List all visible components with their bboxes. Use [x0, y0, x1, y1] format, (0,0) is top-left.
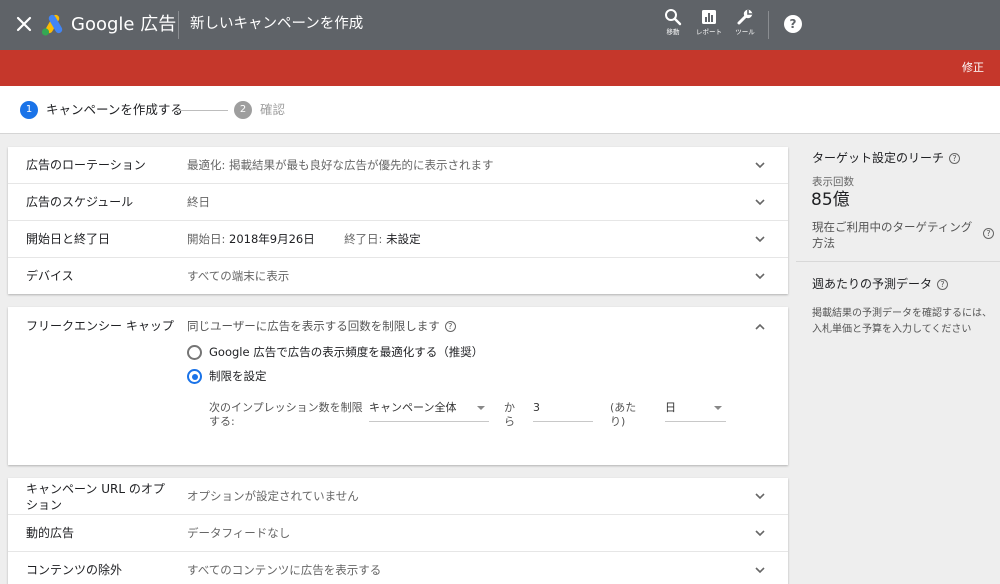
sidebar: ターゲット設定のリーチ? 表示回数 85億 現在ご利用中のターゲティング方法 ?… — [796, 134, 1000, 584]
reach-note: 現在ご利用中のターゲティング方法 — [812, 220, 973, 250]
forecast-title-text: 週あたりの予測データ — [812, 277, 933, 291]
impressions-label: 表示回数 — [812, 176, 854, 188]
brand-name: Google 広告 — [71, 14, 177, 35]
impressions-value: 85億 — [811, 190, 850, 210]
dropdown-arrow-icon — [714, 406, 722, 410]
step-2-number: 2 — [234, 101, 252, 119]
ad-rotation-value: 最適化: 掲載結果が最も良好な広告が優先的に表示されます — [187, 158, 494, 172]
alert-bar: 修正 — [0, 50, 1000, 86]
header-divider — [178, 11, 179, 39]
start-date-label: 開始日: — [187, 232, 226, 246]
dropdown-arrow-icon — [477, 406, 485, 410]
from-label-line1: か — [504, 401, 515, 414]
limit-prefix-line2: する: — [209, 415, 235, 428]
from-label-line2: ら — [504, 415, 515, 428]
ad-rotation-label: 広告のローテーション — [26, 158, 146, 172]
page-title: 新しいキャンペーンを作成 — [190, 16, 364, 32]
dynamic-ads-value: データフィードなし — [187, 526, 291, 540]
navigate-button[interactable]: 移動 — [656, 8, 690, 42]
top-app-bar: Google 広告 新しいキャンペーンを作成 移動 レポート ツール ? — [0, 0, 1000, 50]
frequency-cap-label: フリークエンシー キャップ — [26, 319, 174, 333]
frequency-cap-description: 同じユーザーに広告を表示する回数を制限します? — [187, 319, 456, 334]
settings-panel-top: 広告のローテーション 最適化: 掲載結果が最も良好な広告が優先的に表示されます … — [8, 147, 788, 294]
forecast-title: 週あたりの予測データ? — [812, 277, 949, 292]
reach-title-text: ターゲット設定のリーチ — [812, 151, 945, 165]
reach-title: ターゲット設定のリーチ? — [812, 151, 961, 166]
radio-optimize[interactable] — [187, 345, 202, 360]
devices-row[interactable]: デバイス すべての端末に表示 — [8, 258, 788, 295]
start-date-value: 2018年9月26日 — [229, 232, 315, 246]
frequency-cap-panel: フリークエンシー キャップ 同じユーザーに広告を表示する回数を制限します? Go… — [8, 307, 788, 465]
settings-panel-bottom: キャンペーン URL のオプション オプションが設定されていません 動的広告 デ… — [8, 478, 788, 584]
step-1-number: 1 — [20, 101, 38, 119]
end-date-value: 未設定 — [386, 232, 421, 246]
content-exclusions-label: コンテンツの除外 — [26, 563, 123, 577]
scope-select[interactable]: キャンペーン全体 — [369, 401, 489, 422]
step-2-label[interactable]: 確認 — [260, 102, 285, 118]
forecast-card: 週あたりの予測データ? 掲載結果の予測データを確認するには、入札単価と予算を入力… — [796, 263, 1000, 363]
impressions-count-value: 3 — [533, 401, 540, 414]
chevron-down-icon[interactable] — [754, 270, 766, 282]
wrench-icon — [737, 9, 753, 25]
dynamic-ads-label: 動的広告 — [26, 526, 75, 540]
reports-button[interactable]: レポート — [692, 8, 726, 42]
reports-label: レポート — [696, 28, 722, 36]
header-divider-tools — [768, 11, 769, 39]
campaign-url-options-label: キャンペーン URL のオプション — [26, 482, 165, 512]
per-label-line2: り) — [610, 415, 626, 428]
tools-button[interactable]: ツール — [728, 8, 762, 42]
help-circle-icon[interactable]: ? — [949, 153, 961, 164]
end-date-label: 終了日: — [344, 232, 383, 246]
help-circle-icon[interactable]: ? — [444, 321, 456, 332]
devices-label: デバイス — [26, 269, 74, 283]
radio-optimize-label[interactable]: Google 広告で広告の表示頻度を最適化する（推奨） — [209, 345, 483, 359]
content-exclusions-row[interactable]: コンテンツの除外 すべてのコンテンツに広告を表示する — [8, 552, 788, 584]
chevron-down-icon[interactable] — [754, 490, 766, 502]
campaign-url-options-row[interactable]: キャンペーン URL のオプション オプションが設定されていません — [8, 478, 788, 515]
frequency-cap-description-text: 同じユーザーに広告を表示する回数を制限します — [187, 319, 440, 333]
fix-button[interactable]: 修正 — [962, 61, 984, 75]
ad-schedule-label: 広告のスケジュール — [26, 195, 134, 209]
tools-label: ツール — [735, 28, 755, 36]
step-1-label[interactable]: キャンペーンを作成する — [46, 102, 183, 118]
chevron-down-icon[interactable] — [754, 159, 766, 171]
devices-value: すべての端末に表示 — [187, 269, 290, 283]
navigate-label: 移動 — [666, 28, 680, 36]
content-exclusions-value: すべてのコンテンツに広告を表示する — [187, 563, 382, 577]
step-connector — [176, 110, 228, 111]
radio-set-limit[interactable] — [187, 369, 202, 384]
start-end-dates-value: 開始日: 2018年9月26日 終了日: 未設定 — [187, 232, 421, 247]
help-icon[interactable]: ? — [784, 15, 802, 33]
chevron-down-icon[interactable] — [754, 564, 766, 576]
bar-chart-icon — [702, 10, 716, 24]
period-select-value: 日 — [665, 401, 676, 414]
impressions-count-input[interactable]: 3 — [533, 401, 593, 422]
help-circle-icon[interactable]: ? — [937, 279, 949, 290]
close-icon[interactable] — [12, 12, 36, 36]
ad-schedule-row[interactable]: 広告のスケジュール 終日 — [8, 184, 788, 221]
chevron-down-icon[interactable] — [754, 527, 766, 539]
chevron-down-icon[interactable] — [754, 233, 766, 245]
limit-prefix-line1: 次のインプレッション数を制限 — [209, 401, 363, 414]
radio-set-limit-label[interactable]: 制限を設定 — [209, 369, 267, 383]
ad-schedule-value: 終日 — [187, 195, 210, 209]
chevron-down-icon[interactable] — [754, 196, 766, 208]
stepper: 1 キャンペーンを作成する 2 確認 — [0, 86, 1000, 134]
forecast-note: 掲載結果の予測データを確認するには、入札単価と予算を入力してください — [812, 308, 992, 335]
search-icon — [665, 9, 682, 26]
ad-rotation-row[interactable]: 広告のローテーション 最適化: 掲載結果が最も良好な広告が優先的に表示されます — [8, 147, 788, 184]
scope-select-value: キャンペーン全体 — [369, 401, 457, 414]
per-label-line1: (あた — [610, 401, 637, 414]
help-circle-icon[interactable]: ? — [983, 228, 994, 239]
google-ads-logo-icon — [40, 13, 66, 37]
chevron-up-icon[interactable] — [754, 321, 766, 333]
start-end-dates-label: 開始日と終了日 — [26, 232, 111, 246]
period-select[interactable]: 日 — [665, 401, 726, 422]
reach-card: ターゲット設定のリーチ? 表示回数 85億 現在ご利用中のターゲティング方法 ? — [796, 134, 1000, 262]
dynamic-ads-row[interactable]: 動的広告 データフィードなし — [8, 515, 788, 552]
start-end-dates-row[interactable]: 開始日と終了日 開始日: 2018年9月26日 終了日: 未設定 — [8, 221, 788, 258]
campaign-url-options-value: オプションが設定されていません — [187, 489, 359, 503]
